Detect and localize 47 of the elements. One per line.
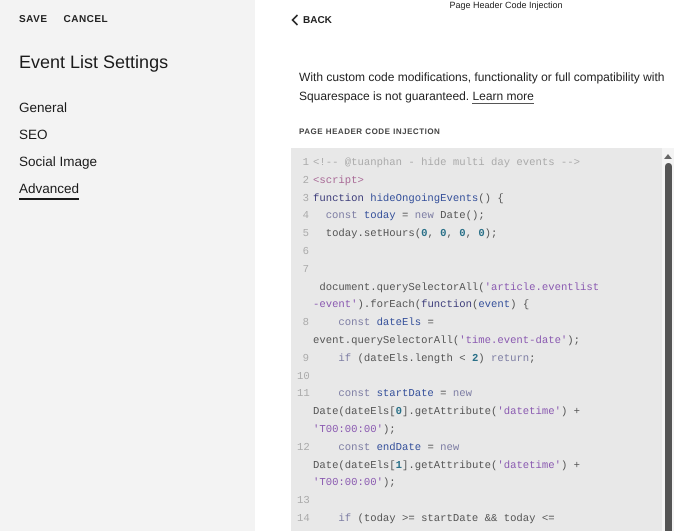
code-line: const today = new Date(); [324, 209, 486, 224]
code-line: 'T00:00:00'); [313, 476, 397, 492]
line-number: 12 [297, 440, 311, 456]
line-number: 5 [302, 227, 310, 242]
line-number: 13 [297, 494, 311, 510]
code-line: <script> [313, 174, 365, 189]
code-line: function hideOngoingEvents() { [313, 192, 505, 207]
line-number: 11 [297, 387, 311, 402]
code-line: 'T00:00:00'); [313, 422, 397, 438]
code-line: <!-- @tuanphan - hide multi day events --> [313, 156, 582, 171]
code-line: event.querySelectorAll('time.event-date'); [313, 334, 582, 349]
chevron-left-icon [291, 14, 299, 26]
line-number: 4 [302, 209, 310, 224]
line-number: 3 [302, 192, 310, 207]
code-line: Date(dateEls[1].getAttribute('datetime') + [313, 458, 582, 474]
panel-title: Page Header Code Injection [448, 0, 564, 10]
scroll-up-icon[interactable] [664, 153, 672, 159]
line-number: 2 [302, 174, 310, 189]
code-line: -event').forEach(function(event) { [313, 298, 530, 314]
settings-title: Event List Settings [19, 52, 170, 73]
line-number: 8 [302, 316, 310, 332]
line-number: 1 [302, 156, 310, 171]
code-editor[interactable] [291, 148, 674, 531]
notice-text: With custom code modifications, functionality or full compatibility with Squarespace is not guaranteed. Learn more [299, 69, 666, 106]
field-label: PAGE HEADER CODE INJECTION [299, 127, 442, 136]
nav-item[interactable]: SEO [19, 127, 48, 146]
back-button[interactable]: BACK [291, 14, 332, 26]
nav-item[interactable]: General [19, 100, 68, 119]
nav-item[interactable]: Advanced [19, 181, 80, 200]
line-number: 14 [297, 512, 311, 527]
learn-more-link[interactable]: Learn more [472, 89, 534, 104]
nav-item[interactable]: Social Image [19, 154, 98, 173]
code-line: if (dateEls.length < 2) return; [337, 352, 537, 367]
line-number: 10 [297, 370, 311, 385]
code-line: const endDate = new [337, 440, 460, 456]
cancel-button[interactable]: CANCEL [64, 14, 108, 25]
scrollbar[interactable] [662, 148, 674, 531]
line-number: 7 [302, 262, 310, 278]
save-button[interactable]: SAVE [19, 14, 48, 25]
code-line: const dateEls = [337, 316, 435, 332]
line-number: 9 [302, 352, 310, 367]
code-line: if (today >= startDate && today <= [337, 512, 556, 527]
code-line: Date(dateEls[0].getAttribute('datetime') + [313, 405, 582, 420]
line-number: 6 [302, 244, 310, 260]
code-line: today.setHours(0, 0, 0, 0); [324, 227, 498, 242]
code-line: document.querySelectorAll('article.eventlist [318, 280, 600, 296]
code-line: const startDate = new [337, 387, 473, 402]
